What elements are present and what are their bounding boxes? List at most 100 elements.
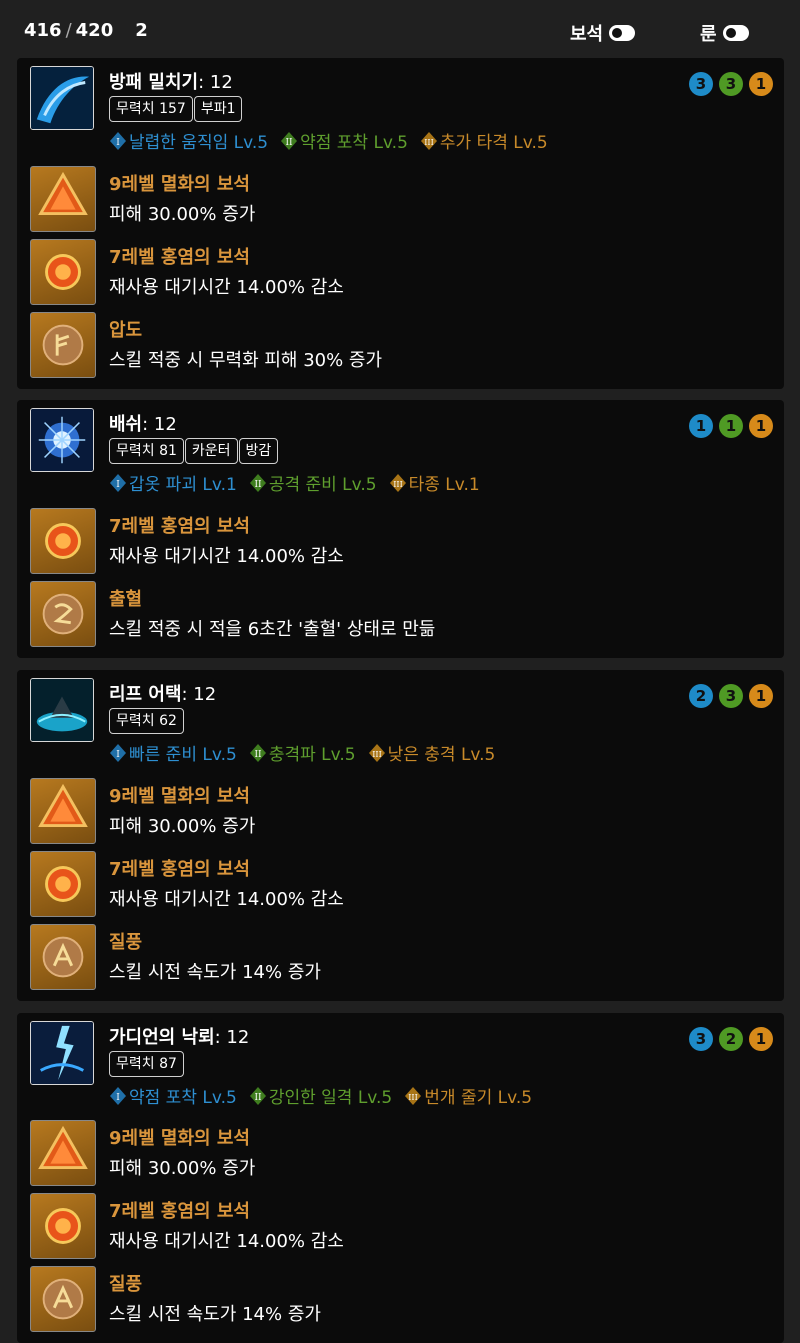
- tripod-2: II 강인한 일격 Lv.5: [249, 1083, 392, 1108]
- svg-text:II: II: [286, 138, 294, 148]
- item-title: 9레벨 멸화의 보석: [109, 786, 250, 807]
- svg-text:I: I: [116, 1093, 120, 1103]
- skill-level: : 12: [198, 72, 233, 93]
- item-desc: 피해 30.00% 증가: [109, 816, 256, 837]
- skill-points: 416/420: [24, 20, 113, 41]
- gem-item: 7레벨 홍염의 보석 재사용 대기시간 14.00% 감소: [30, 1193, 770, 1259]
- tripod-3: III 낮은 충격 Lv.5: [368, 740, 495, 765]
- tier-3-icon: III: [420, 131, 437, 150]
- tripod-list: I 약점 포착 Lv.5 II 강인한 일격 Lv.5 III 번개 줄기 Lv.5: [109, 1083, 532, 1108]
- annihilation-gem-icon: [30, 778, 96, 844]
- skill-tags: 무력치 62: [109, 708, 184, 734]
- svg-text:II: II: [254, 480, 262, 490]
- tripod-level-3: 1: [749, 684, 773, 708]
- bleed-rune-icon: [30, 581, 96, 647]
- item-title: 9레벨 멸화의 보석: [109, 1128, 250, 1149]
- annihilation-gem-icon: [30, 166, 96, 232]
- gem-item: 7레벨 홍염의 보석 재사용 대기시간 14.00% 감소: [30, 508, 770, 574]
- skill-card: 방패 밀치기: 12 무력치 157 부파1 I 날렵한 움직임 Lv.5 II 약…: [17, 58, 784, 389]
- skill-title: 방패 밀치기: 12: [109, 68, 233, 94]
- skill-title: 가디언의 낙뢰: 12: [109, 1023, 249, 1049]
- tripod-levels: 1 1 1: [689, 414, 773, 438]
- tier-2-icon: II: [249, 473, 266, 492]
- tripod-3: III 번개 줄기 Lv.5: [404, 1083, 532, 1108]
- crimson-flame-gem-icon: [30, 239, 96, 305]
- gem-item: 7레벨 홍염의 보석 재사용 대기시간 14.00% 감소: [30, 851, 770, 917]
- tier-1-icon: I: [110, 473, 126, 492]
- item-desc: 스킬 시전 속도가 14% 증가: [109, 1304, 321, 1325]
- tripod-level-1: 1: [689, 414, 713, 438]
- rune-toggle-label: 룬: [700, 24, 717, 45]
- skill-level: : 12: [181, 684, 217, 705]
- tripod-level-3: 1: [749, 414, 773, 438]
- gem-item: 7레벨 홍염의 보석 재사용 대기시간 14.00% 감소: [30, 239, 770, 305]
- points-used: 416: [24, 19, 62, 41]
- svg-text:II: II: [254, 750, 262, 760]
- tripod-2: II 공격 준비 Lv.5: [249, 470, 377, 495]
- skill-tags: 무력치 81 카운터 방감: [109, 438, 279, 464]
- item-desc: 피해 30.00% 증가: [109, 204, 256, 225]
- tripod-1: I 약점 포착 Lv.5: [109, 1083, 237, 1108]
- tier-1-icon: I: [110, 1086, 126, 1105]
- skill-name: 배쉬: [109, 414, 143, 435]
- tripod-level-3: 1: [749, 72, 773, 96]
- item-desc: 재사용 대기시간 14.00% 감소: [109, 546, 344, 567]
- defense-reduction-tag: 방감: [238, 438, 279, 464]
- tier-3-icon: III: [405, 1086, 422, 1105]
- tripod-1: I 날렵한 움직임 Lv.5: [109, 128, 268, 153]
- gem-item: 9레벨 멸화의 보석 피해 30.00% 증가: [30, 778, 770, 844]
- svg-text:III: III: [393, 480, 402, 489]
- tier-2-icon: II: [249, 743, 266, 762]
- tripod-level-2: 2: [719, 1027, 743, 1051]
- skill-level: : 12: [142, 414, 177, 435]
- tripod-list: I 빠른 준비 Lv.5 II 충격파 Lv.5 III 낮은 충격 Lv.5: [109, 740, 495, 765]
- points-total: 420: [75, 19, 114, 41]
- stagger-tag: 무력치 157: [109, 96, 193, 122]
- tripod-level-1: 3: [689, 1027, 713, 1051]
- item-title: 7레벨 홍염의 보석: [109, 1201, 250, 1222]
- rune-toggle-switch[interactable]: [722, 25, 749, 41]
- tripod-2: II 약점 포착 Lv.5: [280, 128, 408, 153]
- crimson-flame-gem-icon: [30, 851, 96, 917]
- svg-text:III: III: [424, 138, 433, 147]
- crimson-flame-gem-icon: [30, 1193, 96, 1259]
- skill-name: 방패 밀치기: [109, 72, 199, 93]
- item-title: 질풍: [109, 1274, 143, 1295]
- tier-2-icon: II: [249, 1086, 266, 1105]
- stagger-tag: 무력치 81: [109, 438, 184, 464]
- skill-card: 리프 어택: 12 무력치 62 I 빠른 준비 Lv.5 II 충격파 Lv.5 …: [17, 670, 784, 1001]
- tripod-level-2: 3: [719, 684, 743, 708]
- tripod-level-1: 3: [689, 72, 713, 96]
- svg-text:I: I: [116, 480, 120, 490]
- svg-text:I: I: [116, 138, 120, 148]
- gale-rune-icon: [30, 1266, 96, 1332]
- skill-name: 가디언의 낙뢰: [109, 1027, 215, 1048]
- guardian-thunderbolt-skill-icon: [30, 1021, 94, 1085]
- points-separator: /: [65, 19, 72, 41]
- rune-toggle[interactable]: 룬: [700, 20, 749, 46]
- rune-item: 압도 스킬 적중 시 무력화 피해 30% 증가: [30, 312, 770, 378]
- skill-title: 리프 어택: 12: [109, 680, 216, 706]
- item-desc: 재사용 대기시간 14.00% 감소: [109, 1231, 344, 1252]
- extra-points: 2: [135, 19, 148, 41]
- overwhelm-rune-icon: [30, 312, 96, 378]
- destruction-tag: 부파1: [193, 96, 243, 122]
- svg-text:I: I: [116, 750, 120, 760]
- tripod-2: II 충격파 Lv.5: [249, 740, 356, 765]
- skill-card: 가디언의 낙뢰: 12 무력치 87 I 약점 포착 Lv.5 II 강인한 일격 …: [17, 1013, 784, 1343]
- tripod-level-2: 3: [719, 72, 743, 96]
- gem-item: 9레벨 멸화의 보석 피해 30.00% 증가: [30, 1120, 770, 1186]
- tier-1-icon: I: [110, 131, 126, 150]
- gem-toggle[interactable]: 보석: [570, 20, 636, 46]
- gem-toggle-switch[interactable]: [609, 25, 636, 41]
- top-bar: 416/420 2 보석 룬: [0, 0, 800, 60]
- tripod-levels: 2 3 1: [689, 684, 773, 708]
- gale-rune-icon: [30, 924, 96, 990]
- item-desc: 재사용 대기시간 14.00% 감소: [109, 277, 344, 298]
- shield-bash-skill-icon: [30, 66, 94, 130]
- item-title: 출혈: [109, 589, 143, 610]
- svg-text:III: III: [409, 1093, 418, 1102]
- item-title: 9레벨 멸화의 보석: [109, 174, 250, 195]
- item-desc: 스킬 적중 시 적을 6초간 '출혈' 상태로 만듦: [109, 619, 436, 640]
- tripod-levels: 3 2 1: [689, 1027, 773, 1051]
